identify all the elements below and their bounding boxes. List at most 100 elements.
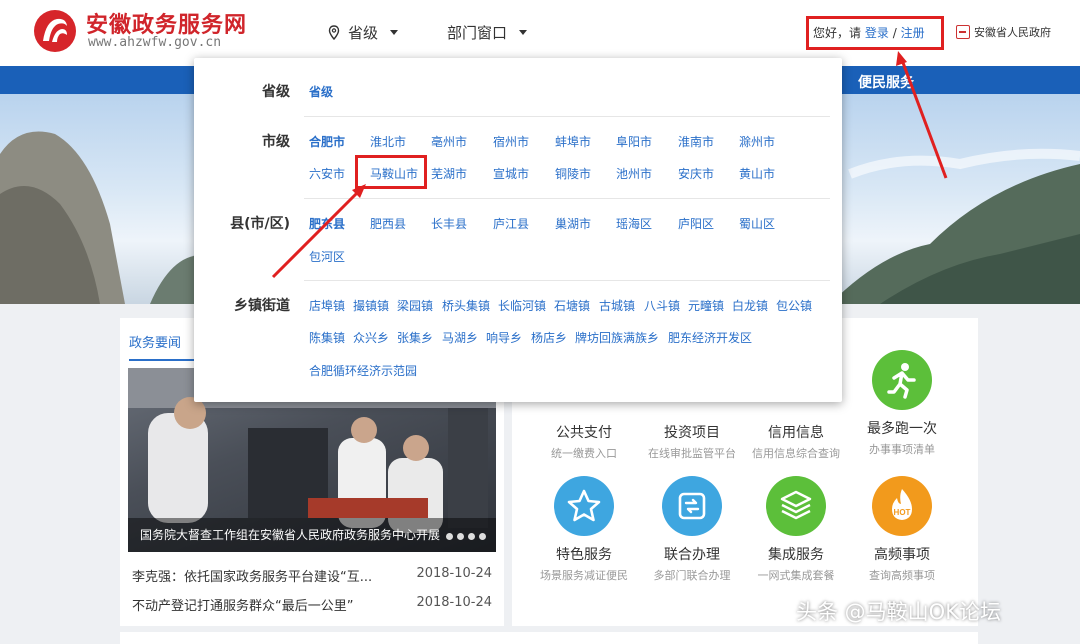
nav-province-label: 省级	[348, 24, 379, 42]
region-link[interactable]: 淮南市	[678, 133, 714, 150]
service-sub: 场景服务减证便民	[540, 569, 628, 582]
service-investment[interactable]: 投资项目 在线审批监管平台	[642, 422, 742, 461]
region-link[interactable]: 牌坊回族满族乡	[575, 329, 659, 346]
region-link[interactable]: 安庆市	[678, 165, 714, 182]
login-area: 您好，请 登录 / 注册	[806, 16, 944, 50]
service-label: 高频事项	[874, 547, 930, 563]
region-link[interactable]: 省级	[309, 83, 333, 100]
region-link[interactable]: 肥东经济开发区	[668, 329, 752, 346]
region-link[interactable]: 张集乡	[397, 329, 433, 346]
news-caption: 国务院大督查工作组在安徽省人民政府政务服务中心开展	[128, 518, 496, 552]
service-label: 公共支付	[556, 425, 612, 441]
region-link[interactable]: 撮镇镇	[353, 297, 389, 314]
region-link[interactable]: 铜陵市	[555, 165, 591, 182]
region-link[interactable]: 淮北市	[370, 133, 406, 150]
service-public-payment[interactable]: 公共支付 统一缴费入口	[534, 422, 634, 461]
gov-link[interactable]: 安徽省人民政府	[956, 24, 1051, 40]
region-link[interactable]: 店埠镇	[309, 297, 345, 314]
province-row-label: 省级	[262, 84, 290, 100]
running-man-icon	[872, 350, 932, 410]
region-link[interactable]: 芜湖市	[431, 165, 467, 182]
service-label: 信用信息	[768, 425, 824, 441]
region-link[interactable]: 包河区	[309, 248, 345, 265]
region-link[interactable]: 长丰县	[431, 215, 467, 232]
region-link[interactable]: 宿州市	[493, 133, 529, 150]
region-link[interactable]: 宣城市	[493, 165, 529, 182]
site-logo[interactable]	[34, 10, 76, 52]
nav-item-convenience[interactable]: 便民服务	[858, 72, 914, 92]
region-link[interactable]: 亳州市	[431, 133, 467, 150]
nav-dept-label: 部门窗口	[447, 24, 508, 42]
news-item[interactable]: 李克强：依托国家政务服务平台建设“互... 2018-10-24	[132, 566, 492, 585]
region-link[interactable]: 石塘镇	[554, 297, 590, 314]
service-sub: 多部门联合办理	[653, 569, 731, 582]
region-link[interactable]: 长临河镇	[498, 297, 546, 314]
news-item[interactable]: 不动产登记打通服务群众“最后一公里” 2018-10-24	[132, 595, 492, 614]
region-link[interactable]: 蚌埠市	[555, 133, 591, 150]
region-link[interactable]: 滁州市	[739, 133, 775, 150]
service-featured[interactable]: 特色服务 场景服务减证便民	[534, 476, 634, 583]
site-header: 安徽政务服务网 www.ahzwfw.gov.cn 省级 部门窗口 您好，请 登…	[0, 0, 1080, 66]
service-label: 集成服务	[768, 547, 824, 563]
region-link[interactable]: 元疃镇	[688, 297, 724, 314]
region-link[interactable]: 肥东县	[309, 215, 345, 232]
region-link[interactable]: 蜀山区	[739, 215, 775, 232]
fire-icon: HOT	[872, 476, 932, 536]
news-item-title: 不动产登记打通服务群众“最后一公里”	[132, 599, 354, 614]
service-label: 投资项目	[664, 425, 720, 441]
service-run-once[interactable]: 最多跑一次 办事事项清单	[852, 350, 952, 457]
row-divider	[304, 198, 830, 199]
service-sub: 一网式集成套餐	[757, 569, 835, 582]
city-row-label: 市级	[262, 134, 290, 150]
chevron-down-icon	[519, 30, 528, 35]
region-link[interactable]: 阜阳市	[616, 133, 652, 150]
service-sub: 查询高频事项	[869, 569, 935, 582]
region-link[interactable]: 庐江县	[493, 215, 529, 232]
service-label: 联合办理	[664, 547, 720, 563]
region-link[interactable]: 包公镇	[776, 297, 812, 314]
region-link[interactable]: 合肥市	[309, 133, 345, 150]
region-link[interactable]: 瑶海区	[616, 215, 652, 232]
region-link[interactable]: 马湖乡	[442, 329, 478, 346]
news-item-date: 2018-10-24	[416, 595, 492, 610]
region-link[interactable]: 合肥循环经济示范园	[309, 362, 417, 379]
region-link[interactable]: 黄山市	[739, 165, 775, 182]
carousel-dots[interactable]	[446, 533, 486, 540]
region-link[interactable]: 古城镇	[599, 297, 635, 314]
region-link[interactable]: 杨店乡	[531, 329, 567, 346]
nav-dept-selector[interactable]: 部门窗口	[447, 22, 528, 43]
service-joint[interactable]: 联合办理 多部门联合办理	[642, 476, 742, 583]
region-link[interactable]: 桥头集镇	[442, 297, 490, 314]
region-link[interactable]: 梁园镇	[397, 297, 433, 314]
repeat-icon	[662, 476, 722, 536]
register-link[interactable]: 注册	[901, 26, 925, 40]
region-link[interactable]: 白龙镇	[732, 297, 768, 314]
service-hot[interactable]: HOT 高频事项 查询高频事项	[852, 476, 952, 583]
region-link[interactable]: 巢湖市	[555, 215, 591, 232]
region-link[interactable]: 庐阳区	[678, 215, 714, 232]
bottom-panel	[120, 632, 978, 644]
region-link[interactable]: 肥西县	[370, 215, 406, 232]
login-separator: /	[892, 26, 897, 40]
service-credit[interactable]: 信用信息 信用信息综合查询	[746, 422, 846, 461]
service-sub: 办事事项清单	[869, 443, 935, 456]
gov-link-label: 安徽省人民政府	[974, 26, 1051, 39]
news-item-title: 李克强：依托国家政务服务平台建设“互...	[132, 570, 373, 585]
gov-emblem-icon	[956, 25, 970, 39]
layers-icon	[766, 476, 826, 536]
region-link[interactable]: 六安市	[309, 165, 345, 182]
service-sub: 信用信息综合查询	[752, 447, 840, 460]
region-link[interactable]: 众兴乡	[353, 329, 389, 346]
tab-gov-news[interactable]: 政务要闻	[129, 332, 195, 361]
region-link[interactable]: 池州市	[616, 165, 652, 182]
login-link[interactable]: 登录	[865, 26, 889, 40]
row-divider	[304, 116, 830, 117]
region-link[interactable]: 响导乡	[486, 329, 522, 346]
region-link[interactable]: 八斗镇	[644, 297, 680, 314]
service-sub: 在线审批监管平台	[648, 447, 736, 460]
watermark-text: 头条 @马鞍山OK论坛	[796, 600, 1001, 624]
region-link[interactable]: 陈集镇	[309, 329, 345, 346]
town-row-label: 乡镇街道	[234, 298, 290, 314]
nav-province-selector[interactable]: 省级	[328, 22, 399, 43]
service-integrated[interactable]: 集成服务 一网式集成套餐	[746, 476, 846, 583]
